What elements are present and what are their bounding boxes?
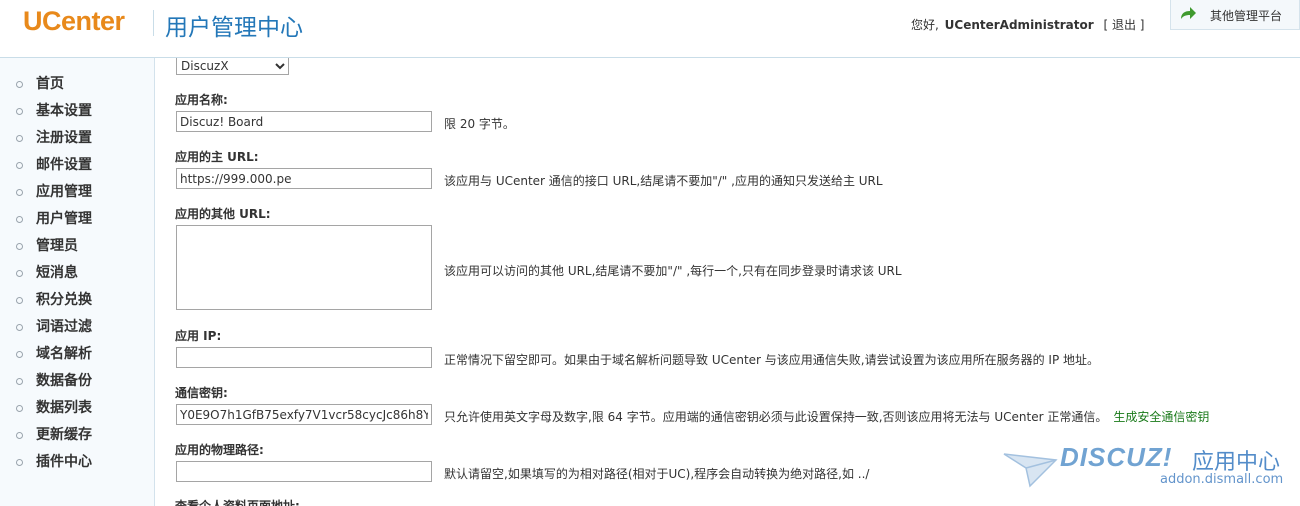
discuz-logo-icon: [1003, 453, 1058, 488]
sidebar-item-label: 数据列表: [36, 400, 92, 416]
sidebar-item-plugins[interactable]: 插件中心: [0, 452, 154, 479]
sidebar-item-label: 域名解析: [36, 346, 92, 362]
sidebar-item-label: 词语过滤: [36, 319, 92, 335]
app-path-input[interactable]: [176, 461, 432, 482]
bullet-icon: [16, 432, 23, 439]
sidebar-item-label: 积分兑换: [36, 292, 92, 308]
profile-url-label: 查看个人资料页面地址:: [175, 499, 300, 506]
bullet-icon: [16, 162, 23, 169]
bullet-icon: [16, 216, 23, 223]
sidebar-item-label: 应用管理: [36, 184, 92, 200]
sidebar-item-label: 首页: [36, 76, 64, 92]
sidebar-item-label: 更新缓存: [36, 427, 92, 443]
bullet-icon: [16, 270, 23, 277]
bullet-icon: [16, 135, 23, 142]
bullet-icon: [16, 405, 23, 412]
bullet-icon: [16, 324, 23, 331]
sidebar-menu: 首页 基本设置 注册设置 邮件设置 应用管理 用户管理 管理员 短消息 积分兑换…: [0, 74, 154, 479]
sidebar-item-backup[interactable]: 数据备份: [0, 371, 154, 398]
arrow-right-icon: [1181, 7, 1196, 19]
bullet-icon: [16, 459, 23, 466]
logout-bracket-close: ]: [1135, 18, 1145, 32]
logout-wrap: [ 退出 ]: [1103, 18, 1144, 32]
app-name-input[interactable]: [176, 111, 432, 132]
sidebar-item-home[interactable]: 首页: [0, 74, 154, 101]
auth-key-label: 通信密钥:: [175, 386, 228, 400]
username: UCenterAdministrator: [944, 18, 1094, 32]
app-title: 用户管理中心: [165, 15, 303, 41]
auth-key-hint: 只允许使用英文字母及数字,限 64 字节。应用端的通信密钥必须与此设置保持一致,…: [444, 410, 1108, 424]
discuz-watermark: DISCUZ! 应用中心 addon.dismall.com: [1000, 440, 1290, 500]
sidebar-item-data-list[interactable]: 数据列表: [0, 398, 154, 425]
other-platform-button[interactable]: 其他管理平台: [1170, 0, 1300, 30]
sidebar-item-basic-settings[interactable]: 基本设置: [0, 101, 154, 128]
app-ip-label: 应用 IP:: [175, 329, 222, 343]
sidebar-item-label: 短消息: [36, 265, 78, 281]
app-ip-hint: 正常情况下留空即可。如果由于域名解析问题导致 UCenter 与该应用通信失败,…: [444, 353, 1100, 367]
app-url-hint: 该应用与 UCenter 通信的接口 URL,结尾请不要加"/" ,应用的通知只…: [444, 174, 883, 188]
sidebar-item-word-filter[interactable]: 词语过滤: [0, 317, 154, 344]
bullet-icon: [16, 189, 23, 196]
bullet-icon: [16, 351, 23, 358]
sidebar-item-update-cache[interactable]: 更新缓存: [0, 425, 154, 452]
app-ip-input[interactable]: [176, 347, 432, 368]
header: UCenter 用户管理中心 您好, UCenterAdministrator …: [0, 0, 1300, 58]
app-edit-form: DiscuzX 应用名称: 限 20 字节。 应用的主 URL: 该应用与 UC…: [155, 58, 1300, 506]
sidebar-item-label: 插件中心: [36, 454, 92, 470]
app-name-label: 应用名称:: [175, 93, 228, 107]
sidebar-item-label: 用户管理: [36, 211, 92, 227]
app-other-urls-textarea[interactable]: [176, 225, 432, 310]
auth-key-input[interactable]: [176, 404, 432, 425]
user-greeting: 您好, UCenterAdministrator [ 退出 ]: [911, 16, 1144, 33]
greeting-text: 您好,: [911, 18, 939, 32]
app-path-hint: 默认请留空,如果填写的为相对路径(相对于UC),程序会自动转换为绝对路径,如 .…: [444, 467, 870, 481]
app-other-urls-label: 应用的其他 URL:: [175, 207, 271, 221]
sidebar-item-admins[interactable]: 管理员: [0, 236, 154, 263]
sidebar-item-label: 注册设置: [36, 130, 92, 146]
bullet-icon: [16, 243, 23, 250]
sidebar-item-user-management[interactable]: 用户管理: [0, 209, 154, 236]
sidebar-item-label: 基本设置: [36, 103, 92, 119]
watermark-brand: DISCUZ!: [1060, 442, 1173, 472]
bullet-icon: [16, 108, 23, 115]
sidebar-item-app-management[interactable]: 应用管理: [0, 182, 154, 209]
sidebar: 首页 基本设置 注册设置 邮件设置 应用管理 用户管理 管理员 短消息 积分兑换…: [0, 58, 155, 506]
sidebar-item-register-settings[interactable]: 注册设置: [0, 128, 154, 155]
sidebar-item-label: 邮件设置: [36, 157, 92, 173]
sidebar-item-label: 管理员: [36, 238, 78, 254]
bullet-icon: [16, 378, 23, 385]
app-url-label: 应用的主 URL:: [175, 150, 259, 164]
watermark-url: addon.dismall.com: [1160, 472, 1284, 487]
generate-key-link[interactable]: 生成安全通信密钥: [1113, 410, 1209, 424]
app-other-urls-hint: 该应用可以访问的其他 URL,结尾请不要加"/" ,每行一个,只有在同步登录时请…: [444, 264, 902, 278]
sidebar-item-mail-settings[interactable]: 邮件设置: [0, 155, 154, 182]
logo-divider: [153, 10, 154, 36]
sidebar-item-credit-exchange[interactable]: 积分兑换: [0, 290, 154, 317]
sidebar-item-messages[interactable]: 短消息: [0, 263, 154, 290]
app-path-label: 应用的物理路径:: [175, 443, 264, 457]
sidebar-item-dns[interactable]: 域名解析: [0, 344, 154, 371]
ucenter-logo: UCenter: [23, 6, 125, 36]
sidebar-item-label: 数据备份: [36, 373, 92, 389]
logout-link[interactable]: 退出: [1112, 18, 1136, 32]
app-name-hint: 限 20 字节。: [444, 117, 515, 131]
logout-bracket-open: [: [1103, 18, 1112, 32]
app-type-select[interactable]: DiscuzX: [176, 58, 289, 75]
bullet-icon: [16, 297, 23, 304]
auth-key-hint-wrap: 只允许使用英文字母及数字,限 64 字节。应用端的通信密钥必须与此设置保持一致,…: [444, 408, 1209, 425]
bullet-icon: [16, 81, 23, 88]
app-url-input[interactable]: [176, 168, 432, 189]
other-platform-label: 其他管理平台: [1210, 9, 1283, 23]
